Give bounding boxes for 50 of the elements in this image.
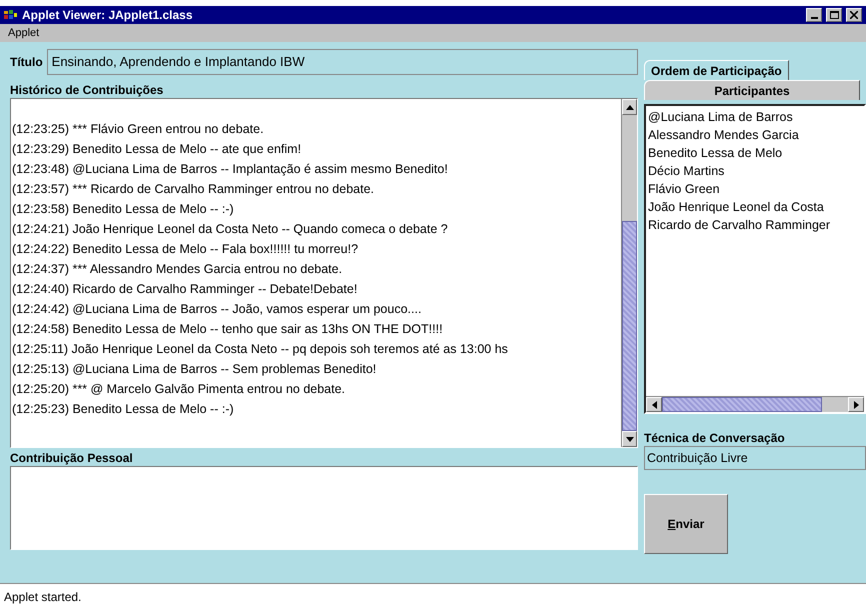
status-text: Applet started. (4, 588, 82, 606)
section-label: Contribuição Pessoal (10, 450, 134, 466)
scroll-right-icon[interactable] (848, 397, 864, 412)
participants-list[interactable]: @Luciana Lima de Barros Alessandro Mendes Garcia Benedito Lessa de Melo Décio Martins Flávio Green João Henrique Leonel da Costa Ricardo de Carvalho Ramminger (644, 104, 866, 414)
vertical-scrollbar[interactable] (621, 99, 637, 447)
scroll-down-icon[interactable] (622, 431, 637, 447)
field-label: Título (10, 54, 43, 71)
tab[interactable]: Ordem de Participação (644, 60, 789, 80)
chat-message: (12:24:42) @Luciana Lima de Barros -- João, vamos esperar um pouco.... (12, 301, 422, 318)
chat-message: (12:23:57) *** Ricardo de Carvalho Ramminger entrou no debate. (12, 181, 376, 198)
java-icon (4, 10, 18, 20)
chat-message: (12:24:58) Benedito Lessa de Melo -- tenho que sair as 13hs ON THE DOT!!!! (12, 321, 444, 338)
chat-message: (12:23:58) Benedito Lessa de Melo -- :-) (12, 201, 235, 218)
scroll-thumb[interactable] (622, 221, 637, 431)
menu-item[interactable]: Applet (8, 24, 40, 42)
chat-message: (12:24:22) Benedito Lessa de Melo -- Fala box!!!!!! tu morreu!? (12, 241, 360, 258)
participant-name[interactable]: Alessandro Mendes Garcia (648, 126, 864, 144)
chat-message: (12:25:13) @Luciana Lima de Barros -- Sem problemas Benedito! (12, 361, 378, 378)
title-field[interactable]: Ensinando, Aprendendo e Implantando IBW (46, 49, 638, 75)
chat-message: (12:25:23) Benedito Lessa de Melo -- :-) (12, 401, 235, 418)
window-title: Applet Viewer: JApplet1.class (22, 7, 193, 24)
section-label: Técnica de Conversação (644, 430, 786, 446)
chat-message: (12:24:37) *** Alessandro Mendes Garcia entrou no debate. (12, 261, 344, 278)
close-icon[interactable] (850, 11, 858, 19)
chat-message: (12:24:21) João Henrique Leonel da Costa Neto -- Quando comeca o debate ? (12, 221, 449, 238)
section-label: Histórico de Contribuições (10, 82, 164, 98)
history-text-area[interactable] (10, 98, 638, 448)
contribution-input[interactable] (10, 466, 638, 550)
horizontal-scrollbar[interactable] (646, 396, 864, 412)
participant-name[interactable]: Décio Martins (648, 162, 864, 180)
close-button[interactable] (846, 8, 862, 22)
scroll-thumb[interactable] (662, 397, 822, 412)
participant-name[interactable]: Ricardo de Carvalho Ramminger (648, 216, 864, 234)
participant-name[interactable]: Flávio Green (648, 180, 864, 198)
minimize-button[interactable] (806, 8, 822, 22)
participant-name[interactable]: Benedito Lessa de Melo (648, 144, 864, 162)
chat-message: (12:23:48) @Luciana Lima de Barros -- Implantação é assim mesmo Benedito! (12, 161, 449, 178)
chat-message: (12:23:25) *** Flávio Green entrou no debate. (12, 121, 265, 138)
chat-message: (12:25:20) *** @ Marcelo Galvão Pimenta entrou no debate. (12, 381, 346, 398)
participant-name[interactable]: João Henrique Leonel da Costa (648, 198, 864, 216)
maximize-button[interactable] (826, 8, 842, 22)
chat-message: (12:23:29) Benedito Lessa de Melo -- ate que enfim! (12, 141, 302, 158)
chat-message: (12:25:11) João Henrique Leonel da Costa Neto -- pq depois soh teremos até as 13:00 hs (12, 341, 509, 358)
chat-message: (12:24:40) Ricardo de Carvalho Ramminger -- Debate!Debate! (12, 281, 358, 298)
send-button[interactable]: Enviar (644, 494, 728, 554)
scroll-up-icon[interactable] (622, 99, 637, 115)
technique-field: Contribuição Livre (644, 446, 866, 470)
scroll-left-icon[interactable] (646, 397, 662, 412)
participant-name[interactable]: @Luciana Lima de Barros (648, 108, 864, 126)
tab[interactable]: Participantes (644, 80, 860, 100)
